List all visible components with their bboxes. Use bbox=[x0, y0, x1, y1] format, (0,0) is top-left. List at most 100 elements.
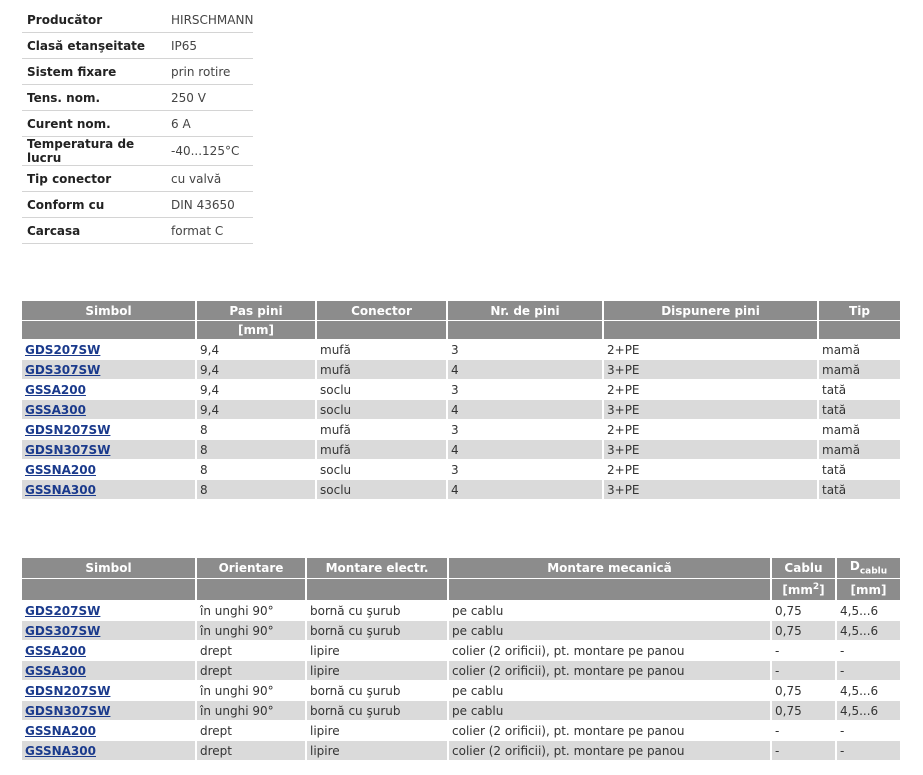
product-symbol-link[interactable]: GSSNA200 bbox=[25, 463, 96, 477]
montare-electr-cell: bornă cu şurub bbox=[307, 621, 449, 641]
table-row: GDS307SW 9,4 mufă 4 3+PE mamă bbox=[22, 360, 900, 380]
conector-cell: soclu bbox=[317, 380, 448, 400]
col-header-cablu: Cablu bbox=[772, 558, 837, 579]
montare-electr-cell: lipire bbox=[307, 741, 449, 761]
product-symbol-link[interactable]: GDS207SW bbox=[25, 604, 100, 618]
dispunere-pini-cell: 2+PE bbox=[604, 420, 819, 440]
nr-pini-cell: 4 bbox=[448, 480, 604, 500]
pas-pini-cell: 9,4 bbox=[197, 340, 317, 360]
unit-pas-pini: [mm] bbox=[197, 321, 317, 340]
col-header-d-cablu: Dcablu bbox=[837, 558, 900, 579]
pas-pini-cell: 8 bbox=[197, 420, 317, 440]
product-symbol-link[interactable]: GSSNA300 bbox=[25, 483, 96, 497]
spec-row: Tip conector cu valvă bbox=[22, 165, 254, 192]
product-symbol-link[interactable]: GSSNA300 bbox=[25, 744, 96, 758]
simbol-cell: GDS307SW bbox=[22, 621, 197, 641]
product-symbol-link[interactable]: GDS207SW bbox=[25, 343, 100, 357]
simbol-cell: GSSA300 bbox=[22, 661, 197, 681]
montare-mecanica-cell: colier (2 orificii), pt. montare pe pano… bbox=[449, 661, 772, 681]
nr-pini-cell: 3 bbox=[448, 380, 604, 400]
unit-cell bbox=[448, 321, 604, 340]
table-row: GSSA300 9,4 soclu 4 3+PE tată bbox=[22, 400, 900, 420]
unit-cell bbox=[22, 579, 197, 601]
product-symbol-link[interactable]: GDSN307SW bbox=[25, 443, 110, 457]
simbol-cell: GSSNA300 bbox=[22, 480, 197, 500]
product-symbol-link[interactable]: GDSN207SW bbox=[25, 684, 110, 698]
nr-pini-cell: 4 bbox=[448, 360, 604, 380]
cablu-cell: - bbox=[772, 721, 837, 741]
product-symbol-link[interactable]: GSSA200 bbox=[25, 383, 86, 397]
spec-value: 6 A bbox=[167, 110, 254, 137]
spec-value: IP65 bbox=[167, 32, 254, 59]
col-header-nr-pini: Nr. de pini bbox=[448, 301, 604, 321]
tip-cell: tată bbox=[819, 480, 900, 500]
d-cablu-cell: - bbox=[837, 661, 900, 681]
nr-pini-cell: 3 bbox=[448, 460, 604, 480]
cablu-cell: - bbox=[772, 741, 837, 761]
montare-mecanica-cell: colier (2 orificii), pt. montare pe pano… bbox=[449, 721, 772, 741]
tip-cell: mamă bbox=[819, 340, 900, 360]
product-symbol-link[interactable]: GSSA200 bbox=[25, 644, 86, 658]
table-row: GSSNA200 drept lipire colier (2 orificii), … bbox=[22, 721, 900, 741]
montare-electr-cell: bornă cu şurub bbox=[307, 681, 449, 701]
simbol-cell: GSSNA200 bbox=[22, 721, 197, 741]
tip-cell: mamă bbox=[819, 360, 900, 380]
dispunere-pini-cell: 3+PE bbox=[604, 480, 819, 500]
unit-cablu: [mm2] bbox=[772, 579, 837, 601]
product-symbol-link[interactable]: GSSNA200 bbox=[25, 724, 96, 738]
products-table-1: Simbol Pas pini Conector Nr. de pini Dis… bbox=[22, 301, 900, 500]
unit-cablu-close: ] bbox=[819, 583, 825, 597]
col-header-conector: Conector bbox=[317, 301, 448, 321]
spec-label: Curent nom. bbox=[22, 110, 167, 137]
spec-label: Clasă etanşeitate bbox=[22, 32, 167, 59]
orientare-cell: drept bbox=[197, 641, 307, 661]
table-row: GDS207SW 9,4 mufă 3 2+PE mamă bbox=[22, 340, 900, 360]
nr-pini-cell: 4 bbox=[448, 440, 604, 460]
table-row: GSSA300 drept lipire colier (2 orificii), p… bbox=[22, 661, 900, 681]
d-cablu-cell: 4,5...6 bbox=[837, 621, 900, 641]
spec-row: Clasă etanşeitate IP65 bbox=[22, 32, 254, 59]
montare-electr-cell: lipire bbox=[307, 661, 449, 681]
table-row: GDSN307SW 8 mufă 4 3+PE mamă bbox=[22, 440, 900, 460]
unit-cell bbox=[317, 321, 448, 340]
spec-label: Conform cu bbox=[22, 191, 167, 218]
montare-mecanica-cell: pe cablu bbox=[449, 681, 772, 701]
orientare-cell: în unghi 90° bbox=[197, 601, 307, 621]
spec-value: prin rotire bbox=[167, 58, 254, 85]
d-cablu-cell: 4,5...6 bbox=[837, 701, 900, 721]
simbol-cell: GSSA300 bbox=[22, 400, 197, 420]
montare-electr-cell: lipire bbox=[307, 641, 449, 661]
d-cablu-cell: 4,5...6 bbox=[837, 681, 900, 701]
product-symbol-link[interactable]: GDSN307SW bbox=[25, 704, 110, 718]
product-symbol-link[interactable]: GDS307SW bbox=[25, 624, 100, 638]
table-row: GSSA200 9,4 soclu 3 2+PE tată bbox=[22, 380, 900, 400]
spec-label: Tip conector bbox=[22, 165, 167, 192]
orientare-cell: în unghi 90° bbox=[197, 681, 307, 701]
product-symbol-link[interactable]: GDSN207SW bbox=[25, 423, 110, 437]
product-symbol-link[interactable]: GSSA300 bbox=[25, 403, 86, 417]
pas-pini-cell: 9,4 bbox=[197, 400, 317, 420]
montare-electr-cell: bornă cu şurub bbox=[307, 601, 449, 621]
product-symbol-link[interactable]: GSSA300 bbox=[25, 664, 86, 678]
spec-row: Conform cu DIN 43650 bbox=[22, 191, 254, 218]
pas-pini-cell: 8 bbox=[197, 480, 317, 500]
unit-cell bbox=[197, 579, 307, 601]
montare-mecanica-cell: colier (2 orificii), pt. montare pe pano… bbox=[449, 641, 772, 661]
pas-pini-cell: 9,4 bbox=[197, 380, 317, 400]
dispunere-pini-cell: 3+PE bbox=[604, 360, 819, 380]
spec-value: -40...125°C bbox=[167, 136, 254, 166]
pas-pini-cell: 8 bbox=[197, 460, 317, 480]
col-header-simbol: Simbol bbox=[22, 558, 197, 579]
spec-value: HIRSCHMANN bbox=[167, 7, 254, 33]
d-subscript: cablu bbox=[859, 566, 888, 577]
spec-row: Tens. nom. 250 V bbox=[22, 84, 254, 111]
product-symbol-link[interactable]: GDS307SW bbox=[25, 363, 100, 377]
dispunere-pini-cell: 3+PE bbox=[604, 440, 819, 460]
conector-cell: mufă bbox=[317, 420, 448, 440]
cablu-cell: - bbox=[772, 641, 837, 661]
col-header-dispunere-pini: Dispunere pini bbox=[604, 301, 819, 321]
dispunere-pini-cell: 2+PE bbox=[604, 460, 819, 480]
table-row: GDS207SW în unghi 90° bornă cu şurub pe cab… bbox=[22, 601, 900, 621]
dispunere-pini-cell: 2+PE bbox=[604, 380, 819, 400]
conector-cell: mufă bbox=[317, 440, 448, 460]
